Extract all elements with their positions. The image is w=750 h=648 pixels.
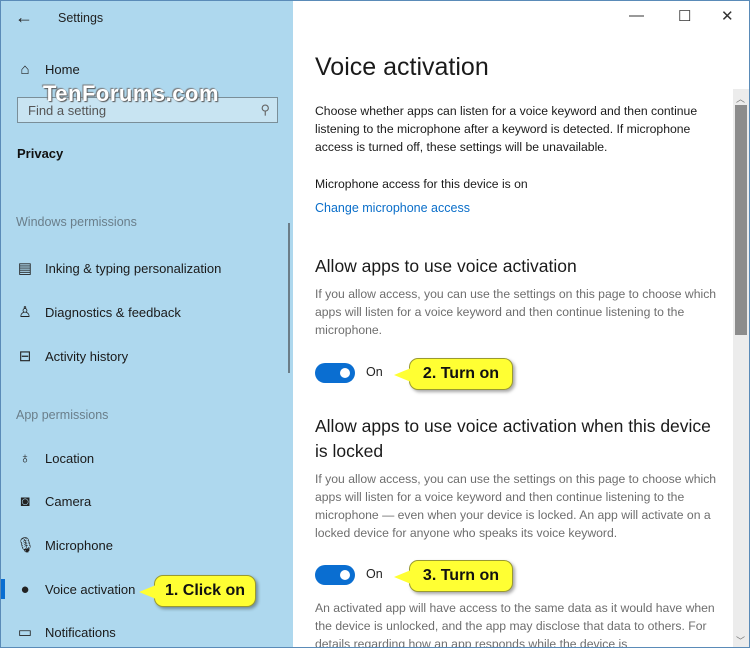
callout-text: 1. Click on — [164, 582, 246, 599]
callout-text: 2. Turn on — [422, 365, 500, 382]
scroll-down-icon[interactable]: ﹀ — [736, 634, 745, 647]
scroll-up-icon[interactable]: ︿ — [736, 92, 745, 105]
sidebar-item-label: Diagnostics & feedback — [45, 304, 181, 320]
main-content: — ☐ ✕ Voice activation Choose whether ap… — [293, 1, 749, 648]
sidebar-item-inking[interactable]: ▤ Inking & typing personalization — [1, 253, 291, 283]
page-title: Voice activation — [315, 53, 489, 81]
sidebar-item-home[interactable]: ⌂ Home — [1, 54, 291, 84]
sidebar-scrollbar[interactable] — [288, 223, 290, 373]
section-header-windows-permissions: Windows permissions — [16, 215, 137, 229]
toggle-knob — [340, 570, 350, 580]
voice-activation-icon: ● — [20, 580, 30, 598]
sidebar-item-microphone[interactable]: 🎙︎ Microphone — [1, 530, 291, 560]
section1-description: If you allow access, you can use the set… — [315, 287, 717, 337]
main-scrollbar[interactable]: ︿ ﹀ — [733, 89, 749, 647]
timeline-icon: ⊟ — [18, 348, 32, 365]
sidebar-item-label: Voice activation — [45, 581, 136, 597]
sidebar-item-label: Home — [45, 61, 80, 77]
category-title: Privacy — [17, 146, 64, 161]
sidebar-item-activity-history[interactable]: ⊟ Activity history — [1, 341, 291, 371]
watermark: TenForums.com — [43, 81, 220, 106]
notifications-icon: ▭ — [17, 624, 33, 641]
home-icon: ⌂ — [20, 60, 30, 78]
locked-voice-activation-toggle[interactable] — [315, 565, 355, 585]
search-icon[interactable]: ⚲ — [260, 102, 270, 118]
sidebar-item-location[interactable]: ♁ Location — [1, 443, 291, 473]
toggle-state-label: On — [366, 365, 383, 379]
sidebar-item-label: Microphone — [45, 537, 113, 553]
callout-step-2: 2. Turn on — [394, 358, 513, 390]
callout-tail — [139, 585, 156, 599]
section-header-app-permissions: App permissions — [16, 408, 109, 422]
mic-status: Microphone access for this device is on — [315, 177, 528, 191]
clipboard-icon: ▤ — [17, 260, 33, 277]
callout-step-1: 1. Click on — [139, 575, 256, 607]
microphone-icon: 🎙︎ — [16, 537, 36, 554]
sidebar-item-label: Inking & typing personalization — [45, 260, 222, 276]
section2-heading: Allow apps to use voice activation when … — [315, 416, 711, 461]
section2-note: An activated app will have access to the… — [315, 601, 715, 648]
section1-heading: Allow apps to use voice activation — [315, 256, 577, 276]
settings-window: ← Settings ⌂ Home Find a setting ⚲ TenFo… — [0, 0, 750, 648]
sidebar: ← Settings ⌂ Home Find a setting ⚲ TenFo… — [1, 1, 293, 647]
camera-icon: ◙ — [20, 492, 30, 510]
sidebar-item-diagnostics[interactable]: ♙ Diagnostics & feedback — [1, 297, 291, 327]
close-button[interactable]: ✕ — [721, 7, 734, 25]
sidebar-item-label: Location — [45, 450, 95, 466]
callout-step-3: 3. Turn on — [394, 560, 513, 592]
maximize-button[interactable]: ☐ — [678, 7, 691, 25]
back-arrow-icon[interactable]: ← — [15, 7, 33, 28]
sidebar-item-label: Camera — [45, 493, 92, 509]
section2-description: If you allow access, you can use the set… — [315, 472, 717, 540]
feedback-icon: ♙ — [18, 304, 32, 321]
sidebar-item-camera[interactable]: ◙ Camera — [1, 486, 291, 516]
toggle-knob — [340, 368, 350, 378]
sidebar-item-notifications[interactable]: ▭ Notifications — [1, 617, 291, 647]
sidebar-item-label: Activity history — [45, 348, 129, 364]
sidebar-item-label: Notifications — [45, 624, 116, 640]
scrollbar-thumb[interactable] — [735, 105, 747, 335]
voice-activation-toggle[interactable] — [315, 363, 355, 383]
minimize-button[interactable]: — — [629, 7, 644, 24]
change-microphone-access-link[interactable]: Change microphone access — [315, 201, 470, 215]
callout-tail — [394, 570, 411, 584]
intro-text: Choose whether apps can listen for a voi… — [315, 104, 698, 154]
app-title: Settings — [58, 11, 104, 25]
toggle-state-label: On — [366, 567, 383, 581]
callout-text: 3. Turn on — [422, 567, 500, 584]
callout-tail — [394, 368, 411, 382]
location-icon: ♁ — [19, 449, 31, 467]
